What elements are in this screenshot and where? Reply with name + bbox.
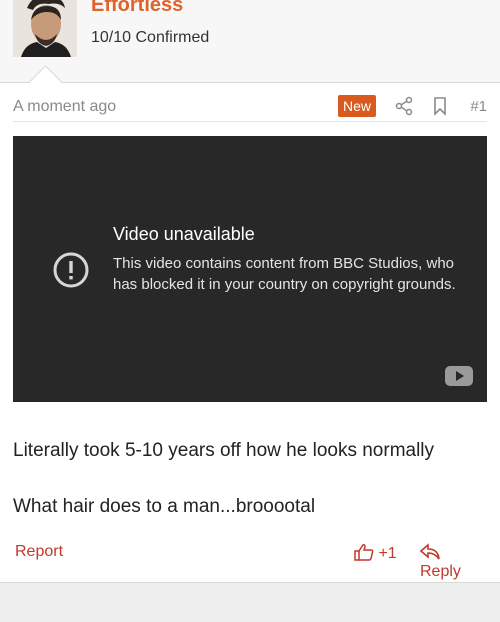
youtube-icon[interactable] [445,366,473,386]
post-header: Effortless 10/10 Confirmed [0,0,500,98]
post-body-line: What hair does to a man...brooootal [13,496,316,517]
post: A moment ago New #1 Video unavailable Th… [0,83,500,582]
user-title: 10/10 Confirmed [91,29,210,46]
video-embed[interactable]: Video unavailable This video contains co… [13,136,487,402]
video-message: This video contains content from BBC Stu… [113,255,456,293]
reply-button[interactable]: Reply [419,543,485,581]
next-post-strip [0,582,500,622]
reply-label: Reply [420,563,461,580]
post-timestamp: A moment ago [13,98,117,115]
video-title: Video unavailable [113,224,255,244]
new-badge: New [338,95,377,117]
avatar[interactable] [13,0,77,57]
username[interactable]: Effortless [91,0,183,17]
post-actions: Report +1 Reply [15,543,485,580]
share-icon[interactable] [394,96,414,116]
alert-icon [53,252,89,288]
like-count: +1 [378,545,397,562]
reply-icon [419,543,440,560]
bookmark-icon[interactable] [430,96,450,116]
post-number[interactable]: #1 [470,98,487,115]
report-button[interactable]: Report [15,543,63,561]
post-meta-bar: A moment ago New #1 [13,93,487,122]
like-button[interactable]: +1 [354,543,397,563]
thumbs-up-icon [354,544,374,561]
post-body-line: Literally took 5-10 years off how he loo… [13,440,435,461]
